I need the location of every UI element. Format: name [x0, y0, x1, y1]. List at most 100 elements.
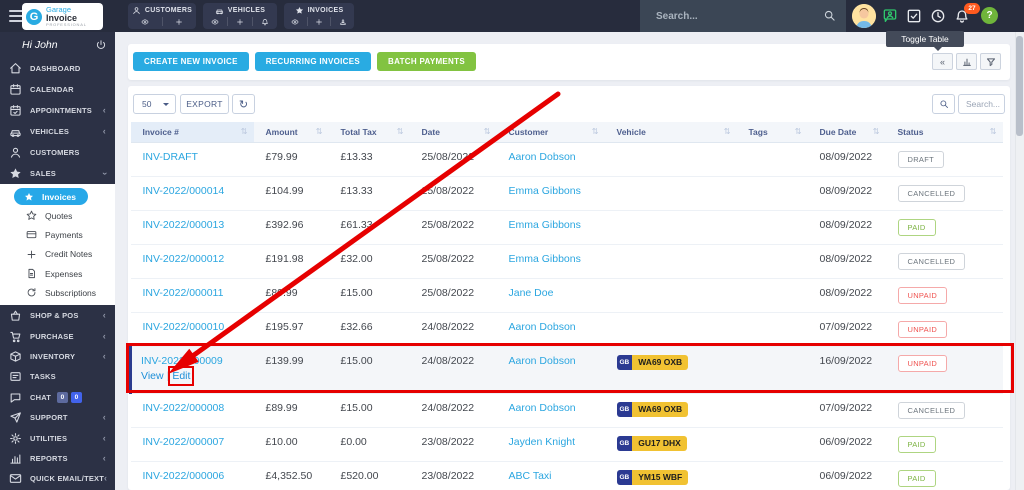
page-size-select[interactable]: 50 [133, 94, 176, 114]
customer-link[interactable]: Emma Gibbons [509, 219, 581, 231]
column-header-due-date[interactable]: Due Date ⇅ [807, 122, 886, 143]
invoice-link[interactable]: INV-2022/000007 [143, 436, 225, 448]
sidebar-item-reports[interactable]: REPORTS ‹ [0, 448, 115, 468]
vehicle-plate[interactable]: GB WA69 OXB [616, 401, 689, 417]
column-header-date[interactable]: Date ⇅ [409, 122, 497, 143]
customer-link[interactable]: Aaron Dobson [509, 355, 576, 367]
sidebar-item-label: CALENDAR [30, 85, 74, 94]
sidebar-subitem-subscriptions[interactable]: Subscriptions [0, 283, 115, 302]
table-row[interactable]: INV-2022/000006 £4,352.50 £520.00 23/08/202… [130, 461, 1003, 490]
sidebar-item-tasks[interactable]: TASKS [0, 367, 115, 387]
sidebar-subitem-payments[interactable]: Payments [0, 225, 115, 244]
column-header-customer[interactable]: Customer ⇅ [496, 122, 605, 143]
view-link[interactable]: View [141, 370, 164, 382]
invoice-link[interactable]: INV-2022/000008 [143, 402, 225, 414]
sidebar-item-customers[interactable]: CUSTOMERS [0, 142, 115, 163]
customer-link[interactable]: Aaron Dobson [509, 151, 576, 163]
column-header-invoice-[interactable]: Invoice # ⇅ [130, 122, 254, 143]
vehicle-plate[interactable]: GB WA69 OXB [616, 354, 689, 370]
customer-link[interactable]: Aaron Dobson [509, 321, 576, 333]
create-new-invoice-button[interactable]: CREATE NEW INVOICE [133, 52, 249, 71]
invoice-link[interactable]: INV-2022/000011 [143, 287, 224, 299]
sidebar-item-support[interactable]: SUPPORT ‹ [0, 407, 115, 427]
refresh-button[interactable]: ↻ [232, 94, 255, 114]
table-search-icon-button[interactable] [932, 94, 955, 114]
global-search-input[interactable] [640, 0, 846, 32]
customer-link[interactable]: Jayden Knight [509, 436, 576, 448]
logout-power-icon[interactable] [95, 39, 107, 51]
invoice-link[interactable]: INV-2022/000013 [143, 219, 225, 231]
table-row[interactable]: INV-2022/000011 £89.99 £15.00 25/08/2022 Jan… [130, 278, 1003, 313]
invoice-link[interactable]: INV-2022/000009 [141, 355, 223, 367]
sidebar-item-utilities[interactable]: UTILITIES ‹ [0, 428, 115, 448]
column-header-amount[interactable]: Amount ⇅ [253, 122, 329, 143]
bell-icon[interactable] [252, 17, 277, 26]
table-row[interactable]: INV-DRAFT £79.99 £13.33 25/08/2022 Aaron Dob… [130, 142, 1003, 177]
toggle-table-button[interactable]: « [932, 53, 953, 70]
column-header-status[interactable]: Status ⇅ [885, 122, 1003, 143]
sidebar-item-quick-email-text[interactable]: QUICK EMAIL/TEXT ‹ [0, 469, 115, 489]
clock-icon[interactable] [930, 8, 946, 24]
help-icon[interactable]: ? [981, 7, 998, 24]
table-row[interactable]: INV-2022/000014 £104.99 £13.33 25/08/2022 Em… [130, 176, 1003, 211]
recurring-invoices-button[interactable]: RECURRING INVOICES [254, 52, 372, 71]
avatar[interactable] [852, 4, 876, 28]
invoice-link[interactable]: INV-DRAFT [143, 151, 198, 163]
customer-link[interactable]: Emma Gibbons [509, 185, 581, 197]
table-row[interactable]: INV-2022/000009 View | Edit £139.99 £15.00 24/… [129, 346, 1003, 394]
table-row[interactable]: INV-2022/000007 £10.00 £0.00 23/08/2022 Jayd… [130, 427, 1003, 462]
sidebar-item-calendar[interactable]: CALENDAR [0, 79, 115, 100]
table-row[interactable]: INV-2022/000008 £89.99 £15.00 24/08/2022 Aar… [130, 393, 1003, 428]
chart-view-button[interactable] [956, 53, 977, 70]
eye-icon[interactable] [128, 17, 162, 26]
edit-link[interactable]: Edit [168, 365, 195, 386]
sidebar-subitem-credit-notes[interactable]: Credit Notes [0, 245, 115, 264]
eye-icon[interactable] [203, 17, 227, 26]
sidebar-subitem-quotes[interactable]: Quotes [0, 206, 115, 225]
invoice-link[interactable]: INV-2022/000014 [143, 185, 225, 197]
sidebar-item-chat[interactable]: CHAT 0 0 [0, 387, 115, 407]
plus-icon[interactable] [227, 17, 252, 26]
table-row[interactable]: INV-2022/000010 £195.97 £32.66 24/08/2022 Aa… [130, 312, 1003, 347]
filter-button[interactable] [980, 53, 1001, 70]
sidebar-item-sales[interactable]: SALES ‹ [0, 163, 115, 184]
sidebar-item-dashboard[interactable]: DASHBOARD [0, 58, 115, 79]
plate-number: WA69 OXB [632, 354, 689, 370]
sidebar-item-purchase[interactable]: PURCHASE ‹ [0, 326, 115, 346]
column-header-tags[interactable]: Tags ⇅ [736, 122, 808, 143]
batch-payments-button[interactable]: BATCH PAYMENTS [377, 52, 476, 71]
sidebar-item-appointments[interactable]: APPOINTMENTS ‹ [0, 100, 115, 121]
column-header-total-tax[interactable]: Total Tax ⇅ [328, 122, 410, 143]
date-cell: 24/08/2022 [409, 346, 497, 394]
customer-link[interactable]: Emma Gibbons [509, 253, 581, 265]
table-row[interactable]: INV-2022/000013 £392.96 £61.33 25/08/2022 Em… [130, 210, 1003, 245]
plus-icon[interactable] [306, 17, 331, 26]
sidebar-item-inventory[interactable]: INVENTORY ‹ [0, 346, 115, 366]
customer-link[interactable]: Jane Doe [509, 287, 554, 299]
column-header-vehicle[interactable]: Vehicle ⇅ [604, 122, 737, 143]
customer-link[interactable]: ABC Taxi [509, 470, 552, 482]
table-row[interactable]: INV-2022/000012 £191.98 £32.00 25/08/2022 Em… [130, 244, 1003, 279]
app-logo[interactable]: G Garage Invoice PROFESSIONAL [22, 3, 103, 30]
tasks-check-icon[interactable] [906, 8, 922, 24]
star-icon [24, 192, 34, 202]
scrollbar-thumb[interactable] [1016, 36, 1023, 136]
total-tax-cell: £520.00 [328, 461, 410, 490]
invoice-link[interactable]: INV-2022/000010 [143, 321, 225, 333]
contact-chat-icon[interactable] [882, 8, 898, 24]
vehicle-plate[interactable]: GB YM15 WBF [616, 469, 689, 485]
export-button[interactable]: EXPORT [180, 94, 229, 114]
date-cell: 25/08/2022 [409, 278, 497, 313]
sidebar-subitem-expenses[interactable]: Expenses [0, 264, 115, 283]
invoice-link[interactable]: INV-2022/000012 [143, 253, 225, 265]
sidebar-item-shop-pos[interactable]: SHOP & POS ‹ [0, 305, 115, 325]
plus-icon[interactable] [161, 17, 197, 26]
sidebar-subitem-invoices[interactable]: Invoices [14, 188, 88, 205]
table-search-input[interactable] [958, 94, 1005, 114]
stamp-icon[interactable] [330, 17, 354, 26]
eye-icon[interactable] [284, 17, 307, 26]
sidebar-item-vehicles[interactable]: VEHICLES ‹ [0, 121, 115, 142]
invoice-link[interactable]: INV-2022/000006 [143, 470, 225, 482]
vehicle-plate[interactable]: GB GU17 DHX [616, 435, 687, 451]
customer-link[interactable]: Aaron Dobson [509, 402, 576, 414]
